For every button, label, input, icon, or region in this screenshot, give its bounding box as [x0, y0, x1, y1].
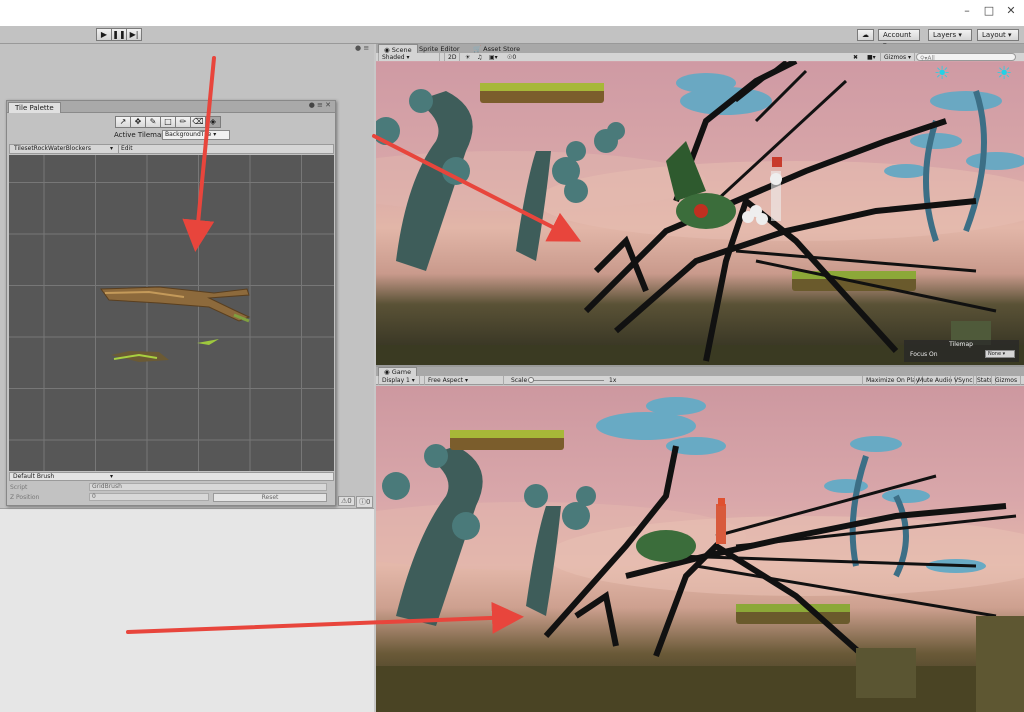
palette-grid[interactable]: [9, 155, 334, 471]
palette-dropdown-arrow-icon[interactable]: ▾: [110, 145, 113, 153]
palette-dropdown[interactable]: TilesetRockWaterBlockers: [14, 145, 91, 153]
playback-controls: ▶ ❚❚ ▶|: [96, 28, 142, 41]
error-count-badge[interactable]: ⚠0: [338, 496, 355, 506]
account-dropdown[interactable]: Account ▾: [878, 29, 920, 49]
palette-tiles: [100, 286, 251, 362]
game-dock-tabbar: ◉ Game: [376, 367, 1024, 376]
minimize-icon[interactable]: –: [956, 3, 978, 19]
tilemap-overlay-panel: Tilemap Focus On None ▾: [904, 340, 1019, 362]
scene-view[interactable]: ☀ ☀: [376, 61, 1024, 365]
scene-artwork: [376, 61, 1024, 365]
layers-label: Layers: [933, 31, 957, 39]
game-view[interactable]: [376, 386, 1024, 712]
light-gizmo-icon: ☀: [996, 63, 1013, 84]
close-icon[interactable]: ✕: [1000, 3, 1022, 19]
scene-search-input[interactable]: ⚲▾All: [916, 53, 1016, 62]
palette-selector-bar: TilesetRockWaterBlockers ▾ Edit: [9, 144, 334, 154]
panel-menu-icon[interactable]: ● ≡: [355, 44, 369, 52]
active-tilemap-label: Active Tilemap: [114, 131, 166, 139]
edit-palette-button[interactable]: Edit: [118, 145, 133, 153]
flood-fill-icon[interactable]: ◈: [205, 116, 221, 128]
scale-slider[interactable]: [528, 376, 606, 385]
game-artwork: [376, 397, 1024, 712]
active-tilemap-select[interactable]: BackgroundTile ▾: [162, 130, 230, 140]
focus-on-select[interactable]: None ▾: [985, 350, 1015, 358]
window-title-bar: – □ ✕: [0, 0, 1024, 26]
brush-dropdown[interactable]: Default Brush: [13, 473, 54, 480]
display-dropdown[interactable]: Display 1 ▾: [378, 376, 420, 385]
main-toolbar: ▶ ❚❚ ▶| ☁ Account ▾ Layers ▾ Layout ▾: [0, 26, 1024, 49]
select-tool-icon[interactable]: ↗: [115, 116, 131, 128]
play-icon[interactable]: ▶: [96, 28, 112, 41]
maximize-icon[interactable]: □: [978, 3, 1000, 19]
left-bottom-panel: [0, 508, 374, 712]
focus-on-label: Focus On: [910, 351, 938, 358]
window-controls-icon[interactable]: ● ≡ ✕: [309, 101, 331, 109]
z-position-label: Z Position: [10, 494, 40, 501]
reset-button[interactable]: Reset: [213, 493, 327, 502]
cloud-icon[interactable]: ☁: [857, 29, 874, 41]
message-count-badge[interactable]: ⓘ0: [356, 496, 374, 508]
eraser-icon[interactable]: ⌫: [190, 116, 206, 128]
layout-label: Layout: [982, 31, 1006, 39]
eyedropper-icon[interactable]: ✏: [175, 116, 191, 128]
layers-dropdown[interactable]: Layers ▾: [928, 29, 972, 41]
light-gizmo-icon: ☀: [934, 63, 951, 84]
move-tool-icon[interactable]: ✥: [130, 116, 146, 128]
script-label: Script: [10, 484, 28, 491]
game-gizmos-dropdown[interactable]: Gizmos: [991, 376, 1022, 385]
aspect-dropdown[interactable]: Free Aspect ▾: [424, 376, 504, 385]
tab-game[interactable]: ◉ Game: [378, 367, 418, 376]
pause-icon[interactable]: ❚❚: [111, 28, 127, 41]
tile-palette-window: Tile Palette ● ≡ ✕ ↗ ✥ ✎ □ ✏ ⌫ ◈ Active …: [6, 100, 336, 506]
scale-label: Scale: [511, 377, 528, 384]
tile-palette-tabbar: Tile Palette ● ≡ ✕: [7, 101, 335, 113]
box-fill-icon[interactable]: □: [160, 116, 176, 128]
layout-dropdown[interactable]: Layout ▾: [977, 29, 1019, 41]
brush-bar: Default Brush ▾: [9, 472, 334, 481]
account-label: Account: [883, 31, 912, 39]
step-icon[interactable]: ▶|: [126, 28, 142, 41]
tile-tools: ↗ ✥ ✎ □ ✏ ⌫ ◈: [115, 116, 221, 128]
script-field: GridBrush: [89, 483, 327, 491]
z-position-field[interactable]: 0: [89, 493, 209, 501]
scale-value: 1x: [609, 377, 617, 384]
tile-palette-tab[interactable]: Tile Palette: [8, 102, 61, 113]
scale-slider-handle[interactable]: [528, 377, 534, 383]
paint-brush-icon[interactable]: ✎: [145, 116, 161, 128]
brush-dropdown-arrow-icon[interactable]: ▾: [110, 473, 113, 480]
game-toolbar: Display 1 ▾ Free Aspect ▾ Scale 1x Maxim…: [376, 376, 1024, 385]
tilemap-overlay-title: Tilemap: [949, 341, 973, 348]
